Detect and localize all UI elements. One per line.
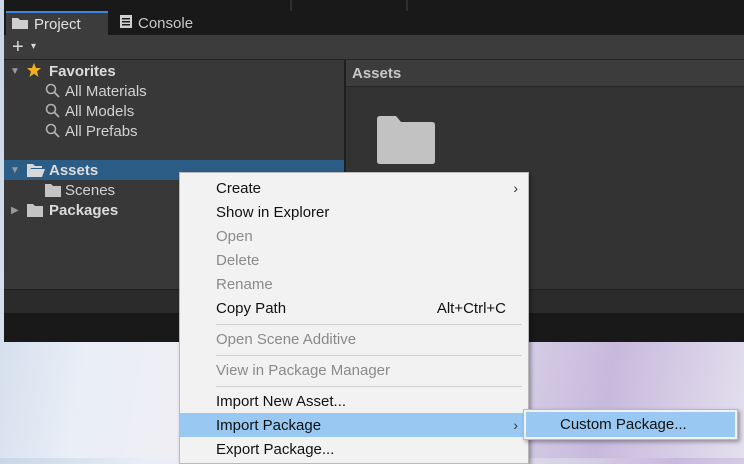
menu-item-shortcut: Alt+Ctrl+C: [436, 299, 506, 317]
tree-label: All Materials: [65, 82, 147, 100]
tree-label: Assets: [49, 161, 99, 179]
menu-item-copy-path[interactable]: Copy Path Alt+Ctrl+C: [180, 296, 528, 320]
menu-item-open: Open: [180, 224, 528, 248]
tree-item-all-materials[interactable]: All Materials: [4, 81, 344, 101]
expand-arrow-icon[interactable]: ▼: [10, 165, 20, 176]
console-icon: [120, 14, 132, 32]
expand-arrow-icon[interactable]: ▼: [10, 66, 20, 77]
menu-item-label: Import Package: [216, 416, 322, 434]
menu-item-import-package[interactable]: Import Package ›: [180, 413, 528, 437]
menu-item-custom-package[interactable]: Custom Package...: [526, 412, 735, 437]
menu-item-rename: Rename: [180, 272, 528, 296]
search-icon: [45, 103, 61, 123]
tab-console[interactable]: Console: [112, 11, 230, 35]
chevron-right-icon: ›: [513, 417, 518, 433]
strip-divider: [290, 0, 292, 11]
chevron-right-icon: ›: [513, 180, 518, 196]
collapse-arrow-icon[interactable]: ▶: [11, 205, 19, 216]
tab-project[interactable]: Project: [6, 11, 108, 35]
folder-icon: [45, 183, 61, 201]
add-button[interactable]: +: [12, 36, 24, 58]
import-package-submenu: Custom Package...: [523, 409, 738, 440]
tree-item-favorites[interactable]: ▼ Favorites: [4, 61, 344, 81]
menu-item-label: Create: [216, 179, 262, 197]
star-icon: [26, 62, 42, 82]
tree-label: Packages: [49, 201, 119, 219]
strip-divider: [406, 0, 408, 11]
tree-label: All Prefabs: [65, 122, 138, 140]
breadcrumb: Assets: [352, 65, 402, 82]
tab-label: Project: [34, 15, 81, 33]
assets-panel-header: Assets: [346, 60, 744, 87]
menu-item-label: Copy Path: [216, 299, 287, 317]
menu-item-label: Custom Package...: [560, 416, 687, 433]
tab-bar: Project Console: [4, 11, 744, 35]
search-icon: [45, 83, 61, 103]
tree-label: All Models: [65, 102, 135, 120]
menu-item-label: Import New Asset...: [216, 392, 347, 410]
menu-separator: [216, 386, 522, 387]
menu-item-label: Open: [216, 227, 253, 245]
menu-item-label: Rename: [216, 275, 273, 293]
folder-open-icon: [27, 163, 45, 181]
tree-item-all-prefabs[interactable]: All Prefabs: [4, 121, 344, 141]
menu-item-label: View in Package Manager: [216, 361, 390, 379]
folder-icon[interactable]: [375, 115, 437, 165]
chevron-down-icon[interactable]: ▾: [31, 39, 36, 55]
menu-item-view-in-package-manager: View in Package Manager: [180, 358, 528, 382]
folder-icon: [12, 16, 28, 33]
menu-separator: [216, 324, 522, 325]
menu-item-import-new-asset[interactable]: Import New Asset...: [180, 389, 528, 413]
menu-item-export-package[interactable]: Export Package...: [180, 437, 528, 461]
context-menu: Create › Show in Explorer Open Delete Re…: [179, 172, 529, 464]
menu-item-show-in-explorer[interactable]: Show in Explorer: [180, 200, 528, 224]
tree-item-all-models[interactable]: All Models: [4, 101, 344, 121]
top-strip: [4, 0, 744, 11]
menu-item-label: Delete: [216, 251, 260, 269]
menu-item-label: Open Scene Additive: [216, 330, 357, 348]
menu-item-label: Show in Explorer: [216, 203, 330, 221]
search-icon: [45, 123, 61, 143]
menu-separator: [216, 355, 522, 356]
menu-item-open-scene-additive: Open Scene Additive: [180, 327, 528, 351]
menu-item-create[interactable]: Create ›: [180, 176, 528, 200]
folder-icon: [27, 203, 43, 221]
tab-label: Console: [138, 14, 194, 32]
menu-item-label: Export Package...: [216, 440, 335, 458]
project-toolbar: + ▾: [4, 35, 744, 60]
menu-item-delete: Delete: [180, 248, 528, 272]
tree-label: Scenes: [65, 181, 116, 199]
tree-label: Favorites: [49, 62, 116, 80]
